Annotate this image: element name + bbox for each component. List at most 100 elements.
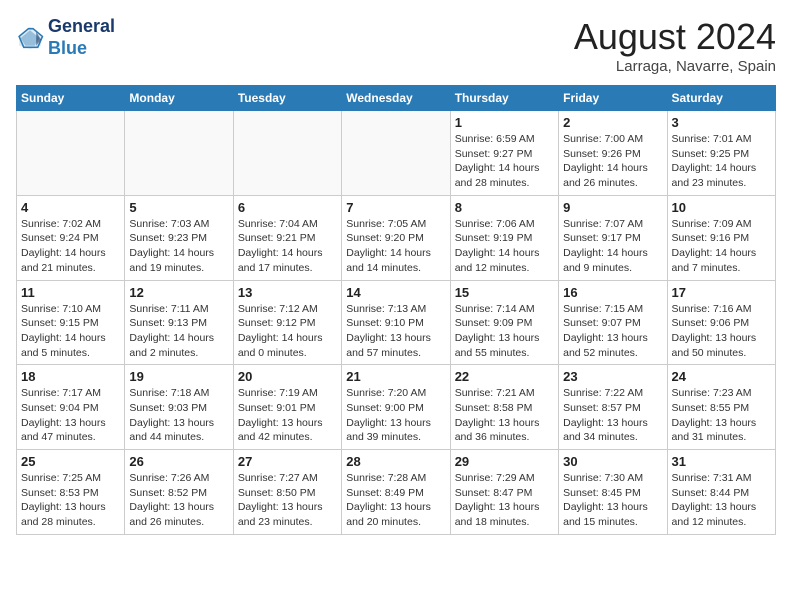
weekday-header-thursday: Thursday — [450, 86, 558, 111]
day-number: 26 — [129, 454, 228, 469]
calendar-cell: 21 Sunrise: 7:20 AMSunset: 9:00 PMDayligh… — [342, 365, 450, 450]
page-header: General Blue August 2024 Larraga, Navarr… — [16, 16, 776, 75]
calendar-cell: 8 Sunrise: 7:06 AMSunset: 9:19 PMDaylight… — [450, 195, 558, 280]
calendar-cell: 22 Sunrise: 7:21 AMSunset: 8:58 PMDayligh… — [450, 365, 558, 450]
logo-text: General Blue — [48, 16, 115, 59]
calendar-cell: 2Sunrise: 7:00 AMSunset: 9:26 PMDaylight… — [559, 111, 667, 196]
day-info: Sunrise: 7:01 AMSunset: 9:25 PMDaylight:… — [672, 132, 771, 191]
weekday-header-monday: Monday — [125, 86, 233, 111]
calendar-cell: 24 Sunrise: 7:23 AMSunset: 8:55 PMDayligh… — [667, 365, 775, 450]
day-number: 23 — [563, 369, 662, 384]
day-info: Sunrise: 7:07 AMSunset: 9:17 PMDaylight:… — [563, 217, 662, 276]
day-number: 4 — [21, 200, 120, 215]
calendar-week-row: 4Sunrise: 7:02 AMSunset: 9:24 PMDaylight… — [17, 195, 776, 280]
day-info: Sunrise: 7:13 AMSunset: 9:10 PMDaylight:… — [346, 302, 445, 361]
day-info: Sunrise: 7:05 AMSunset: 9:20 PMDaylight:… — [346, 217, 445, 276]
calendar-cell: 7 Sunrise: 7:05 AMSunset: 9:20 PMDaylight… — [342, 195, 450, 280]
day-number: 27 — [238, 454, 337, 469]
calendar-cell: 26 Sunrise: 7:26 AMSunset: 8:52 PMDayligh… — [125, 450, 233, 535]
calendar-table: SundayMondayTuesdayWednesdayThursdayFrid… — [16, 85, 776, 535]
calendar-cell: 23 Sunrise: 7:22 AMSunset: 8:57 PMDayligh… — [559, 365, 667, 450]
day-info: Sunrise: 7:04 AMSunset: 9:21 PMDaylight:… — [238, 217, 337, 276]
calendar-week-row: 1 Sunrise: 6:59 AMSunset: 9:27 PMDaylight… — [17, 111, 776, 196]
calendar-week-row: 25 Sunrise: 7:25 AMSunset: 8:53 PMDayligh… — [17, 450, 776, 535]
day-info: Sunrise: 7:23 AMSunset: 8:55 PMDaylight:… — [672, 386, 771, 445]
day-number: 20 — [238, 369, 337, 384]
day-number: 17 — [672, 285, 771, 300]
calendar-cell: 31Sunrise: 7:31 AMSunset: 8:44 PMDayligh… — [667, 450, 775, 535]
calendar-cell: 28 Sunrise: 7:28 AMSunset: 8:49 PMDayligh… — [342, 450, 450, 535]
day-number: 11 — [21, 285, 120, 300]
day-number: 21 — [346, 369, 445, 384]
day-info: Sunrise: 7:18 AMSunset: 9:03 PMDaylight:… — [129, 386, 228, 445]
logo: General Blue — [16, 16, 115, 59]
day-info: Sunrise: 7:11 AMSunset: 9:13 PMDaylight:… — [129, 302, 228, 361]
day-number: 1 — [455, 115, 554, 130]
day-number: 19 — [129, 369, 228, 384]
day-number: 14 — [346, 285, 445, 300]
logo-icon — [16, 24, 44, 52]
calendar-cell: 6 Sunrise: 7:04 AMSunset: 9:21 PMDaylight… — [233, 195, 341, 280]
calendar-cell: 29Sunrise: 7:29 AMSunset: 8:47 PMDayligh… — [450, 450, 558, 535]
day-info: Sunrise: 7:31 AMSunset: 8:44 PMDaylight:… — [672, 471, 771, 530]
day-info: Sunrise: 7:25 AMSunset: 8:53 PMDaylight:… — [21, 471, 120, 530]
calendar-week-row: 18 Sunrise: 7:17 AMSunset: 9:04 PMDayligh… — [17, 365, 776, 450]
calendar-cell: 12 Sunrise: 7:11 AMSunset: 9:13 PMDayligh… — [125, 280, 233, 365]
day-number: 29 — [455, 454, 554, 469]
day-info: Sunrise: 7:14 AMSunset: 9:09 PMDaylight:… — [455, 302, 554, 361]
weekday-header-sunday: Sunday — [17, 86, 125, 111]
day-number: 30 — [563, 454, 662, 469]
day-info: Sunrise: 7:10 AMSunset: 9:15 PMDaylight:… — [21, 302, 120, 361]
title-block: August 2024 Larraga, Navarre, Spain — [574, 16, 776, 75]
day-number: 13 — [238, 285, 337, 300]
day-number: 12 — [129, 285, 228, 300]
day-info: Sunrise: 7:20 AMSunset: 9:00 PMDaylight:… — [346, 386, 445, 445]
calendar-cell: 18 Sunrise: 7:17 AMSunset: 9:04 PMDayligh… — [17, 365, 125, 450]
calendar-cell: 4Sunrise: 7:02 AMSunset: 9:24 PMDaylight… — [17, 195, 125, 280]
calendar-cell — [125, 111, 233, 196]
day-number: 18 — [21, 369, 120, 384]
calendar-cell: 1 Sunrise: 6:59 AMSunset: 9:27 PMDaylight… — [450, 111, 558, 196]
calendar-cell: 3 Sunrise: 7:01 AMSunset: 9:25 PMDaylight… — [667, 111, 775, 196]
calendar-cell — [233, 111, 341, 196]
day-info: Sunrise: 7:15 AMSunset: 9:07 PMDaylight:… — [563, 302, 662, 361]
calendar-cell — [342, 111, 450, 196]
calendar-cell: 17 Sunrise: 7:16 AMSunset: 9:06 PMDayligh… — [667, 280, 775, 365]
calendar-cell: 27Sunrise: 7:27 AMSunset: 8:50 PMDayligh… — [233, 450, 341, 535]
day-info: Sunrise: 7:19 AMSunset: 9:01 PMDaylight:… — [238, 386, 337, 445]
day-number: 22 — [455, 369, 554, 384]
day-number: 6 — [238, 200, 337, 215]
day-info: Sunrise: 7:16 AMSunset: 9:06 PMDaylight:… — [672, 302, 771, 361]
day-number: 8 — [455, 200, 554, 215]
day-info: Sunrise: 7:00 AMSunset: 9:26 PMDaylight:… — [563, 132, 662, 191]
weekday-header-saturday: Saturday — [667, 86, 775, 111]
day-number: 28 — [346, 454, 445, 469]
day-number: 16 — [563, 285, 662, 300]
calendar-cell: 9Sunrise: 7:07 AMSunset: 9:17 PMDaylight… — [559, 195, 667, 280]
calendar-week-row: 11 Sunrise: 7:10 AMSunset: 9:15 PMDayligh… — [17, 280, 776, 365]
calendar-cell: 16 Sunrise: 7:15 AMSunset: 9:07 PMDayligh… — [559, 280, 667, 365]
day-info: Sunrise: 7:22 AMSunset: 8:57 PMDaylight:… — [563, 386, 662, 445]
calendar-cell: 10Sunrise: 7:09 AMSunset: 9:16 PMDayligh… — [667, 195, 775, 280]
calendar-cell: 13Sunrise: 7:12 AMSunset: 9:12 PMDayligh… — [233, 280, 341, 365]
calendar-cell: 15 Sunrise: 7:14 AMSunset: 9:09 PMDayligh… — [450, 280, 558, 365]
calendar-cell — [17, 111, 125, 196]
day-info: Sunrise: 7:06 AMSunset: 9:19 PMDaylight:… — [455, 217, 554, 276]
day-info: Sunrise: 7:17 AMSunset: 9:04 PMDaylight:… — [21, 386, 120, 445]
calendar-cell: 14 Sunrise: 7:13 AMSunset: 9:10 PMDayligh… — [342, 280, 450, 365]
day-info: Sunrise: 7:26 AMSunset: 8:52 PMDaylight:… — [129, 471, 228, 530]
day-number: 3 — [672, 115, 771, 130]
weekday-header-friday: Friday — [559, 86, 667, 111]
day-number: 24 — [672, 369, 771, 384]
day-info: Sunrise: 7:30 AMSunset: 8:45 PMDaylight:… — [563, 471, 662, 530]
day-number: 5 — [129, 200, 228, 215]
calendar-cell: 25 Sunrise: 7:25 AMSunset: 8:53 PMDayligh… — [17, 450, 125, 535]
day-number: 25 — [21, 454, 120, 469]
day-info: Sunrise: 6:59 AMSunset: 9:27 PMDaylight:… — [455, 132, 554, 191]
day-info: Sunrise: 7:03 AMSunset: 9:23 PMDaylight:… — [129, 217, 228, 276]
day-number: 7 — [346, 200, 445, 215]
day-info: Sunrise: 7:21 AMSunset: 8:58 PMDaylight:… — [455, 386, 554, 445]
day-number: 15 — [455, 285, 554, 300]
weekday-header-wednesday: Wednesday — [342, 86, 450, 111]
day-info: Sunrise: 7:28 AMSunset: 8:49 PMDaylight:… — [346, 471, 445, 530]
